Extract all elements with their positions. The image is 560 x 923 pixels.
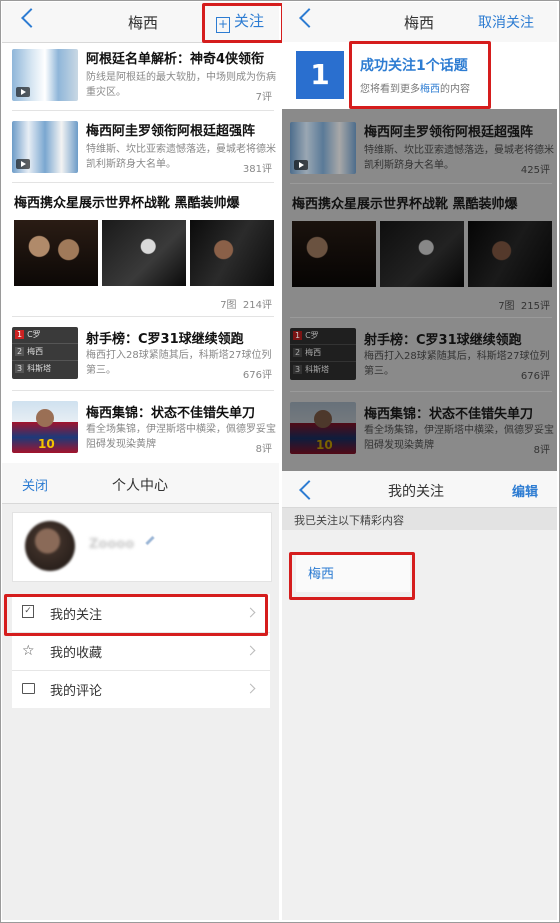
close-button[interactable]: 关闭 bbox=[22, 475, 48, 494]
comment-count: 676评 bbox=[242, 370, 272, 381]
video-icon bbox=[294, 160, 308, 170]
gallery-item[interactable]: 梅西携众星展示世界杯战靴 黑酷装帅爆 7图 215评 bbox=[290, 193, 552, 312]
news-title: 射手榜：C罗31球继续领跑 bbox=[364, 333, 522, 348]
news-desc: 看全场集锦，伊涅斯塔中横梁，佩德罗妥宝阻碍发现染黄牌 bbox=[86, 424, 276, 450]
video-icon bbox=[16, 159, 30, 169]
follows-title: 我的关注 bbox=[388, 484, 444, 500]
news-thumbnail bbox=[290, 122, 356, 174]
rank-row: 2 梅西 bbox=[290, 347, 356, 362]
menu-item-my-favorites[interactable]: ☆ 我的收藏 bbox=[12, 632, 270, 671]
follows-subheader: 我已关注以下精彩内容 bbox=[282, 508, 557, 530]
news-item[interactable]: 1 C罗 2 梅西 3 科斯塔 射手榜：C罗31球继续领跑 梅西打入28球紧随其后，科… bbox=[290, 325, 552, 387]
right-navbar: 梅西 取消关注 bbox=[282, 2, 557, 43]
news-title: 梅西阿圭罗领衔阿根廷超强阵 bbox=[86, 124, 256, 139]
rank-row: 3 科斯塔 bbox=[293, 365, 330, 374]
back-icon[interactable] bbox=[21, 8, 41, 28]
edit-button[interactable]: 编辑 bbox=[512, 481, 538, 500]
divider bbox=[12, 182, 274, 183]
comment-count: 425评 bbox=[520, 165, 550, 176]
back-icon[interactable] bbox=[299, 8, 319, 28]
gallery-photo bbox=[102, 220, 186, 286]
divider bbox=[12, 390, 274, 391]
gallery-photo bbox=[468, 221, 552, 287]
gallery-photo bbox=[14, 220, 98, 286]
page-title: 梅西 bbox=[128, 14, 159, 32]
chevron-right-icon bbox=[245, 683, 256, 694]
comment-count: 8评 bbox=[255, 444, 272, 455]
video-icon bbox=[16, 87, 30, 97]
news-item[interactable]: 10 梅西集锦：状态不佳错失单刀 看全场集锦，伊涅斯塔中横梁，佩德罗妥宝阻碍发现… bbox=[12, 398, 276, 460]
profile-title: 个人中心 bbox=[112, 478, 168, 494]
avatar bbox=[25, 521, 75, 571]
news-thumbnail bbox=[12, 49, 78, 101]
unfollow-button[interactable]: 取消关注 bbox=[478, 12, 534, 32]
news-desc: 防线是阿根廷的最大软肋，中场则成为伤病重灾区。 bbox=[86, 72, 276, 98]
divider bbox=[290, 183, 552, 184]
rank-thumbnail: 1 C罗 2 梅西 3 科斯塔 bbox=[290, 328, 356, 380]
gallery-photo bbox=[190, 220, 274, 286]
divider bbox=[12, 316, 274, 317]
back-icon[interactable] bbox=[299, 480, 319, 500]
gallery-item[interactable]: 梅西携众星展示世界杯战靴 黑酷装帅爆 7图 214评 bbox=[12, 192, 274, 311]
rank-row: 2 梅西 bbox=[12, 346, 78, 361]
news-item[interactable]: 梅西阿圭罗领衔阿根廷超强阵 特维斯、坎比亚索遗憾落选，曼城老将德米凯利斯跻身大名… bbox=[12, 118, 276, 180]
rank-row: 1 C罗 bbox=[290, 330, 356, 345]
gallery-title: 梅西携众星展示世界杯战靴 黑酷装帅爆 bbox=[14, 196, 240, 211]
news-thumbnail bbox=[12, 121, 78, 173]
highlight-toast bbox=[349, 41, 491, 109]
news-title: 梅西集锦：状态不佳错失单刀 bbox=[86, 406, 256, 421]
follows-navbar: 我的关注 编辑 bbox=[282, 471, 557, 508]
gallery-meta: 7图 215评 bbox=[498, 301, 550, 312]
highlight-follow bbox=[202, 3, 284, 43]
news-item[interactable]: 1 C罗 2 梅西 3 科斯塔 射手榜：C罗31球继续领跑 梅西打入28球紧随其后，科… bbox=[12, 324, 274, 386]
edit-pencil-icon bbox=[145, 535, 155, 546]
gallery-title: 梅西携众星展示世界杯战靴 黑酷装帅爆 bbox=[292, 197, 518, 212]
news-thumbnail: 10 bbox=[12, 401, 78, 453]
news-item[interactable]: 阿根廷名单解析：神奇4侠领衔 防线是阿根廷的最大软肋，中场则成为伤病重灾区。 7… bbox=[12, 46, 276, 108]
news-title: 阿根廷名单解析：神奇4侠领衔 bbox=[86, 52, 265, 67]
comment-count: 676评 bbox=[520, 371, 550, 382]
rank-thumbnail: 1 C罗 2 梅西 3 科斯塔 bbox=[12, 327, 78, 379]
page-title: 梅西 bbox=[404, 14, 435, 32]
count-badge: 1 bbox=[296, 51, 344, 99]
star-icon: ☆ bbox=[22, 643, 35, 659]
menu-label: 我的收藏 bbox=[50, 646, 103, 661]
news-item[interactable]: 梅西阿圭罗领衔阿根廷超强阵 特维斯、坎比亚索遗憾落选，曼城老将德米凯利斯跻身大名… bbox=[290, 119, 554, 181]
highlight-my-follows bbox=[4, 594, 268, 636]
rank-row: 1 C罗 bbox=[12, 329, 78, 344]
highlight-follow-tag bbox=[289, 552, 415, 600]
chevron-right-icon bbox=[245, 645, 256, 656]
news-thumbnail: 10 bbox=[290, 402, 356, 454]
divider bbox=[12, 110, 274, 111]
profile-navbar: 关闭 个人中心 bbox=[2, 463, 279, 504]
rank-row: 3 科斯塔 bbox=[15, 364, 52, 373]
comment-icon bbox=[22, 683, 35, 694]
comment-count: 381评 bbox=[242, 164, 272, 175]
news-title: 梅西阿圭罗领衔阿根廷超强阵 bbox=[364, 125, 534, 140]
gallery-meta: 7图 214评 bbox=[220, 300, 272, 311]
menu-label: 我的评论 bbox=[50, 684, 103, 699]
news-desc: 看全场集锦，伊涅斯塔中横梁，佩德罗妥宝阻碍发现染黄牌 bbox=[364, 425, 554, 451]
dimmed-content: 梅西阿圭罗领衔阿根廷超强阵 特维斯、坎比亚索遗憾落选，曼城老将德米凯利斯跻身大名… bbox=[282, 109, 557, 471]
divider bbox=[290, 317, 552, 318]
comment-count: 8评 bbox=[533, 445, 550, 456]
follows-panel bbox=[282, 471, 557, 920]
divider bbox=[290, 391, 552, 392]
news-title: 射手榜：C罗31球继续领跑 bbox=[86, 332, 244, 347]
username: Zoooo bbox=[89, 537, 135, 552]
user-card[interactable]: Zoooo bbox=[12, 512, 272, 582]
comment-count: 7评 bbox=[255, 92, 272, 103]
gallery-photo bbox=[380, 221, 464, 287]
news-item[interactable]: 10 梅西集锦：状态不佳错失单刀 看全场集锦，伊涅斯塔中横梁，佩德罗妥宝阻碍发现… bbox=[290, 399, 554, 461]
gallery-photo bbox=[292, 221, 376, 287]
news-title: 梅西集锦：状态不佳错失单刀 bbox=[364, 407, 534, 422]
menu-item-my-comments[interactable]: 我的评论 bbox=[12, 670, 270, 708]
